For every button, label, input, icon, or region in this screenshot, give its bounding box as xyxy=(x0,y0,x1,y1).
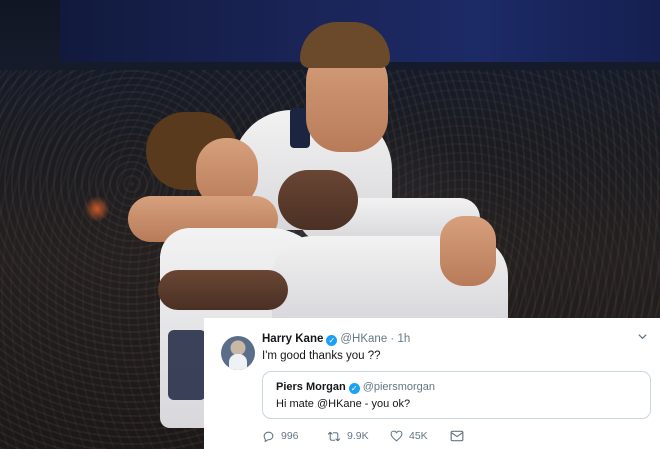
author-name[interactable]: Harry Kane xyxy=(262,333,323,345)
tweet-actions: 996 9.9K 45K xyxy=(262,428,464,444)
player-arm xyxy=(158,270,288,310)
tweet-header: Harry Kane ✓ @HKane · 1h xyxy=(262,330,648,348)
tweet-text: I'm good thanks you ?? xyxy=(262,350,381,362)
stadium-light xyxy=(84,196,110,222)
quoted-tweet-text: Hi mate @HKane - you ok? xyxy=(276,398,411,410)
direct-message-button[interactable] xyxy=(450,430,464,442)
like-count: 45K xyxy=(409,430,428,442)
chevron-down-icon[interactable] xyxy=(637,330,648,348)
heart-icon xyxy=(390,430,403,442)
reply-icon xyxy=(263,431,274,442)
verified-badge-icon: ✓ xyxy=(326,335,338,346)
retweet-count: 9.9K xyxy=(347,430,369,442)
separator: · xyxy=(390,333,395,345)
verified-badge-icon: ✓ xyxy=(348,383,360,394)
avatar[interactable] xyxy=(221,336,255,370)
like-button[interactable]: 45K xyxy=(390,430,450,442)
shirt-number xyxy=(168,330,206,400)
player-hand xyxy=(440,216,496,286)
quoted-author-handle: @piersmorgan xyxy=(362,381,435,393)
reply-button[interactable]: 996 xyxy=(262,430,327,443)
author-handle[interactable]: @HKane xyxy=(340,333,387,345)
retweet-button[interactable]: 9.9K xyxy=(327,430,390,443)
quoted-tweet-header: Piers Morgan ✓ @piersmorgan xyxy=(276,378,640,396)
reply-count: 996 xyxy=(281,430,299,442)
retweet-icon xyxy=(327,431,341,441)
quoted-tweet[interactable]: Piers Morgan ✓ @piersmorgan Hi mate @HKane… xyxy=(262,371,651,419)
tweet-card[interactable]: Harry Kane ✓ @HKane · 1h I'm good thanks y… xyxy=(204,318,660,449)
envelope-icon xyxy=(450,430,464,442)
player-head xyxy=(278,170,358,230)
tweet-time[interactable]: 1h xyxy=(397,333,410,345)
quoted-author-name: Piers Morgan xyxy=(276,381,346,393)
